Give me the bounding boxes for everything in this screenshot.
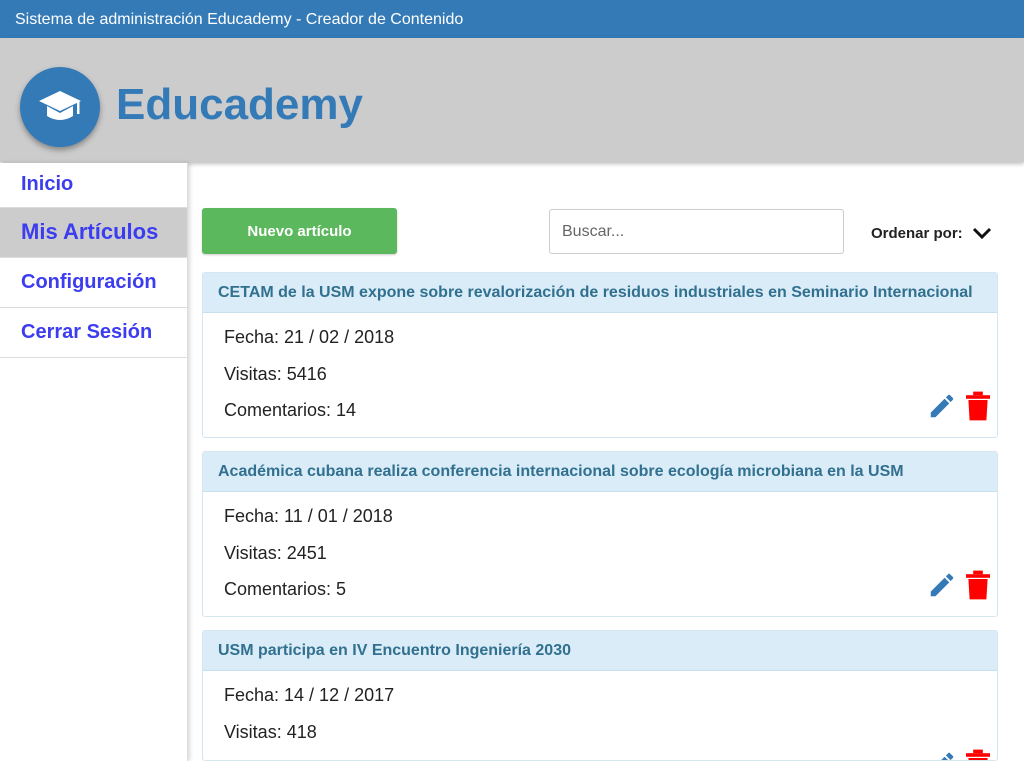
article-title[interactable]: CETAM de la USM expone sobre revalorizac… [203,273,997,313]
trash-icon[interactable] [966,391,990,421]
article-title[interactable]: Académica cubana realiza conferencia int… [203,452,997,492]
trash-icon[interactable] [966,749,990,760]
search-input[interactable] [549,209,844,254]
brand-name: Educademy [116,80,363,129]
article-comments: Comentarios: 5 [224,579,347,599]
article-card: Académica cubana realiza conferencia int… [202,451,998,617]
article-card: CETAM de la USM expone sobre revalorizac… [202,272,998,438]
article-comments: Comentarios: 14 [224,400,357,420]
article-date: Fecha: 11 / 01 / 2018 [224,506,393,526]
window-title: Sistema de administración Educademy - Cr… [15,11,464,28]
article-visits: Visitas: 418 [224,722,317,742]
sidebar-item-mis-articulos[interactable]: Mis Artículos [0,208,187,258]
trash-icon[interactable] [966,570,990,600]
logo [20,67,100,147]
article-title[interactable]: USM participa en IV Encuentro Ingeniería… [203,631,997,671]
article-visits: Visitas: 2451 [224,543,327,563]
article-date: Fecha: 21 / 02 / 2018 [224,327,395,347]
article-card: USM participa en IV Encuentro Ingeniería… [202,630,998,761]
pencil-icon[interactable] [927,570,957,600]
article-visits: Visitas: 5416 [224,364,327,384]
pencil-icon[interactable] [927,391,957,421]
graduation-cap-icon [39,91,81,120]
app-header: Educademy [0,38,1024,162]
sidebar-item-configuracion[interactable]: Configuración [0,258,187,308]
sidebar: Inicio Mis Artículos Configuración Cerra… [0,163,188,761]
chevron-down-icon [972,227,991,240]
pencil-icon[interactable] [927,749,957,760]
sort-dropdown[interactable]: Ordenar por: [871,222,992,244]
article-date: Fecha: 14 / 12 / 2017 [224,685,395,705]
sort-label: Ordenar por: [871,224,963,242]
sidebar-item-cerrar-sesion[interactable]: Cerrar Sesión [0,308,187,358]
window-title-bar: Sistema de administración Educademy - Cr… [0,0,1024,38]
sidebar-item-inicio[interactable]: Inicio [0,163,187,208]
new-article-button[interactable]: Nuevo artículo [202,208,397,254]
